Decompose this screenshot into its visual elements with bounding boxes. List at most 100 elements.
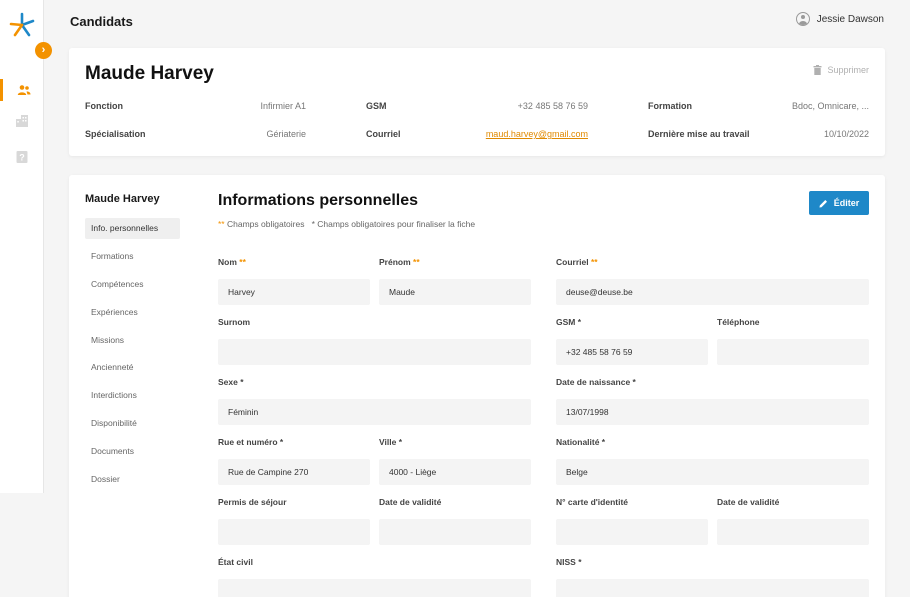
sidebar-candidate-name: Maude Harvey xyxy=(85,193,160,205)
section-nav-item-experiences[interactable]: Expériences xyxy=(85,302,180,323)
field-ville-label: Ville * xyxy=(379,437,402,447)
field-courriel-label: Courriel ** xyxy=(556,257,598,267)
etat-civil-input[interactable] xyxy=(218,579,531,597)
surnom-input[interactable] xyxy=(218,339,531,365)
meta-gsm-label: GSM xyxy=(366,101,387,111)
section-nav-item-competences[interactable]: Compétences xyxy=(85,274,180,295)
meta-formation-value: Bdoc, Omnicare, ... xyxy=(791,101,869,111)
field-date-naissance-label: Date de naissance * xyxy=(556,377,636,387)
field-prenom: Prénom ** xyxy=(379,257,531,305)
telephone-input[interactable] xyxy=(717,339,869,365)
field-date-validite-permis: Date de validité xyxy=(379,497,531,545)
field-date-validite-permis-label: Date de validité xyxy=(379,497,442,507)
field-sexe: Sexe * xyxy=(218,377,531,425)
section-nav-item-info[interactable]: Info. personnelles xyxy=(85,218,180,239)
candidate-summary-card: Maude Harvey Supprimer Fonction Infirmie… xyxy=(69,48,885,156)
candidate-name: Maude Harvey xyxy=(85,63,214,84)
field-rue-label: Rue et numéro * xyxy=(218,437,284,447)
nationalite-input[interactable] xyxy=(556,459,869,485)
section-nav-item-documents[interactable]: Documents xyxy=(85,441,180,462)
field-nom: Nom ** xyxy=(218,257,370,305)
legend-finalize-text: Champs obligatoires pour finaliser la fi… xyxy=(317,219,476,229)
personal-info-card: Maude Harvey Info. personnelles Formatio… xyxy=(69,175,885,597)
field-carte-identite: N° carte d'identité xyxy=(556,497,708,545)
field-nationalite-label: Nationalité * xyxy=(556,437,606,447)
building-icon xyxy=(16,115,28,127)
section-nav-item-interdictions[interactable]: Interdictions xyxy=(85,385,180,406)
user-name: Jessie Dawson xyxy=(816,13,884,25)
field-telephone: Téléphone xyxy=(717,317,869,365)
rail-item-aide[interactable]: ? xyxy=(0,146,44,168)
meta-courriel-label: Courriel xyxy=(366,129,401,139)
meta-fonction-label: Fonction xyxy=(85,101,123,111)
permis-sejour-input[interactable] xyxy=(218,519,370,545)
field-etat-civil-label: État civil xyxy=(218,557,253,567)
section-nav-item-missions[interactable]: Missions xyxy=(85,330,180,351)
field-rue: Rue et numéro * xyxy=(218,437,370,485)
section-nav-item-dossier[interactable]: Dossier xyxy=(85,469,180,490)
user-menu[interactable]: Jessie Dawson xyxy=(795,12,884,26)
nom-input[interactable] xyxy=(218,279,370,305)
sexe-input[interactable] xyxy=(218,399,531,425)
date-validite-carte-input[interactable] xyxy=(717,519,869,545)
left-rail: › ? xyxy=(0,0,52,493)
field-niss: NISS * xyxy=(556,557,869,597)
required-legend: ** Champs obligatoires * Champs obligato… xyxy=(218,219,476,229)
expand-sidebar-button[interactable]: › xyxy=(35,42,52,59)
rail-item-entreprises[interactable] xyxy=(0,110,44,132)
edit-button[interactable]: Éditer xyxy=(809,191,869,215)
field-nom-label: Nom ** xyxy=(218,257,246,267)
delete-label: Supprimer xyxy=(827,65,869,75)
field-prenom-label: Prénom ** xyxy=(379,257,420,267)
field-carte-identite-label: N° carte d'identité xyxy=(556,497,629,507)
gsm-input[interactable] xyxy=(556,339,708,365)
users-icon xyxy=(17,85,30,95)
meta-derniere-mise-value: 10/10/2022 xyxy=(823,129,869,139)
edit-label: Éditer xyxy=(833,198,860,208)
field-niss-label: NISS * xyxy=(556,557,582,567)
delete-button[interactable]: Supprimer xyxy=(813,65,869,75)
field-etat-civil: État civil xyxy=(218,557,531,597)
field-permis-sejour-label: Permis de séjour xyxy=(218,497,287,507)
field-surnom-label: Surnom xyxy=(218,317,251,327)
field-telephone-label: Téléphone xyxy=(717,317,760,327)
top-bar: Candidats Jessie Dawson xyxy=(44,0,910,42)
meta-gsm-value: +32 485 58 76 59 xyxy=(517,101,588,111)
section-nav: Info. personnelles Formations Compétence… xyxy=(85,218,180,497)
prenom-input[interactable] xyxy=(379,279,531,305)
courriel-input[interactable] xyxy=(556,279,869,305)
field-date-validite-carte-label: Date de validité xyxy=(717,497,780,507)
user-avatar-icon xyxy=(795,12,810,26)
ville-input[interactable] xyxy=(379,459,531,485)
svg-text:?: ? xyxy=(19,153,25,163)
section-nav-item-formations[interactable]: Formations xyxy=(85,246,180,267)
niss-input[interactable] xyxy=(556,579,869,597)
section-nav-item-disponibilite[interactable]: Disponibilité xyxy=(85,413,180,434)
rail-item-candidats[interactable] xyxy=(0,79,44,101)
app-logo-icon[interactable] xyxy=(9,12,35,38)
help-icon: ? xyxy=(16,151,28,163)
page-title: Candidats xyxy=(70,14,133,29)
field-sexe-label: Sexe * xyxy=(218,377,244,387)
meta-courriel-link[interactable]: maud.harvey@gmail.com xyxy=(486,129,588,139)
pencil-icon xyxy=(819,199,827,207)
carte-identite-input[interactable] xyxy=(556,519,708,545)
trash-icon xyxy=(813,65,822,75)
meta-specialisation-value: Gériaterie xyxy=(266,129,306,139)
date-naissance-input[interactable] xyxy=(556,399,869,425)
field-ville: Ville * xyxy=(379,437,531,485)
field-permis-sejour: Permis de séjour xyxy=(218,497,370,545)
section-nav-item-anciennete[interactable]: Ancienneté xyxy=(85,357,180,378)
legend-double-star: ** xyxy=(218,219,225,229)
rue-input[interactable] xyxy=(218,459,370,485)
section-title: Informations personnelles xyxy=(218,192,419,209)
meta-fonction-value: Infirmier A1 xyxy=(260,101,306,111)
meta-formation-label: Formation xyxy=(648,101,692,111)
field-surnom: Surnom xyxy=(218,317,531,365)
date-validite-permis-input[interactable] xyxy=(379,519,531,545)
field-gsm-label: GSM * xyxy=(556,317,582,327)
field-date-validite-carte: Date de validité xyxy=(717,497,869,545)
field-courriel: Courriel ** xyxy=(556,257,869,305)
field-nationalite: Nationalité * xyxy=(556,437,869,485)
meta-specialisation-label: Spécialisation xyxy=(85,129,146,139)
